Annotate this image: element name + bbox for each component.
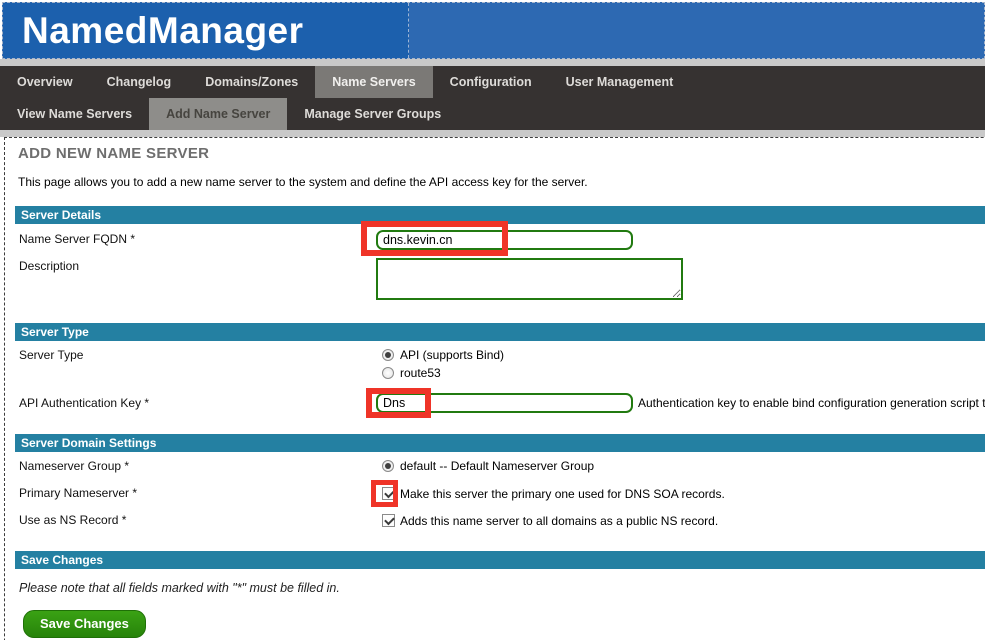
nameserver-group-label: Nameserver Group * bbox=[19, 459, 129, 473]
section-server-type: Server Type bbox=[15, 323, 985, 341]
nameserver-group-default-option-label: default -- Default Nameserver Group bbox=[400, 459, 594, 473]
api-key-hint: Authentication key to enable bind config… bbox=[638, 396, 985, 410]
required-fields-note: Please note that all fields marked with … bbox=[19, 581, 340, 595]
page-title: ADD NEW NAME SERVER bbox=[18, 145, 209, 162]
section-server-details: Server Details bbox=[15, 206, 985, 224]
primary-nameserver-checkbox[interactable] bbox=[382, 487, 395, 500]
ns-record-text: Adds this name server to all domains as … bbox=[400, 514, 718, 528]
primary-nameserver-label: Primary Nameserver * bbox=[19, 486, 137, 500]
section-save-changes: Save Changes bbox=[15, 551, 985, 569]
content-panel: ADD NEW NAME SERVER This page allows you… bbox=[4, 137, 985, 640]
page-intro: This page allows you to add a new name s… bbox=[18, 175, 588, 189]
divider-strip-top bbox=[0, 59, 985, 66]
api-key-input[interactable] bbox=[376, 393, 633, 413]
server-type-route53-option-label: route53 bbox=[400, 366, 441, 380]
api-key-label: API Authentication Key * bbox=[19, 396, 149, 410]
server-type-api-radio[interactable] bbox=[382, 349, 394, 361]
tab-add-name-server[interactable]: Add Name Server bbox=[149, 98, 287, 130]
ns-record-checkbox[interactable] bbox=[382, 514, 395, 527]
secondary-nav-row: View Name Servers Add Name Server Manage… bbox=[0, 98, 985, 130]
tab-changelog[interactable]: Changelog bbox=[90, 66, 189, 98]
description-textarea[interactable] bbox=[376, 258, 683, 300]
ns-record-label: Use as NS Record * bbox=[19, 513, 126, 527]
tab-name-servers[interactable]: Name Servers bbox=[315, 66, 432, 98]
primary-nameserver-text: Make this server the primary one used fo… bbox=[400, 487, 725, 501]
divider-strip-bottom bbox=[0, 130, 985, 137]
tab-manage-server-groups[interactable]: Manage Server Groups bbox=[287, 98, 458, 130]
tab-configuration[interactable]: Configuration bbox=[433, 66, 549, 98]
server-type-label: Server Type bbox=[19, 348, 83, 362]
tab-overview[interactable]: Overview bbox=[0, 66, 90, 98]
tab-user-management[interactable]: User Management bbox=[549, 66, 691, 98]
description-label: Description bbox=[19, 259, 79, 273]
nameserver-group-default-radio[interactable] bbox=[382, 460, 394, 472]
save-changes-button[interactable]: Save Changes bbox=[23, 610, 146, 638]
fqdn-label: Name Server FQDN * bbox=[19, 232, 135, 246]
section-server-domain-settings: Server Domain Settings bbox=[15, 434, 985, 452]
server-type-api-option-label: API (supports Bind) bbox=[400, 348, 504, 362]
masthead: NamedManager bbox=[2, 2, 985, 59]
server-type-route53-radio[interactable] bbox=[382, 367, 394, 379]
main-navigation: Overview Changelog Domains/Zones Name Se… bbox=[0, 66, 985, 130]
app-logo: NamedManager bbox=[3, 3, 409, 58]
tab-view-name-servers[interactable]: View Name Servers bbox=[0, 98, 149, 130]
tab-domains-zones[interactable]: Domains/Zones bbox=[188, 66, 315, 98]
page: NamedManager Overview Changelog Domains/… bbox=[0, 0, 985, 640]
app-title: NamedManager bbox=[3, 3, 408, 58]
primary-nav-row: Overview Changelog Domains/Zones Name Se… bbox=[0, 66, 985, 98]
fqdn-input[interactable] bbox=[376, 230, 633, 250]
